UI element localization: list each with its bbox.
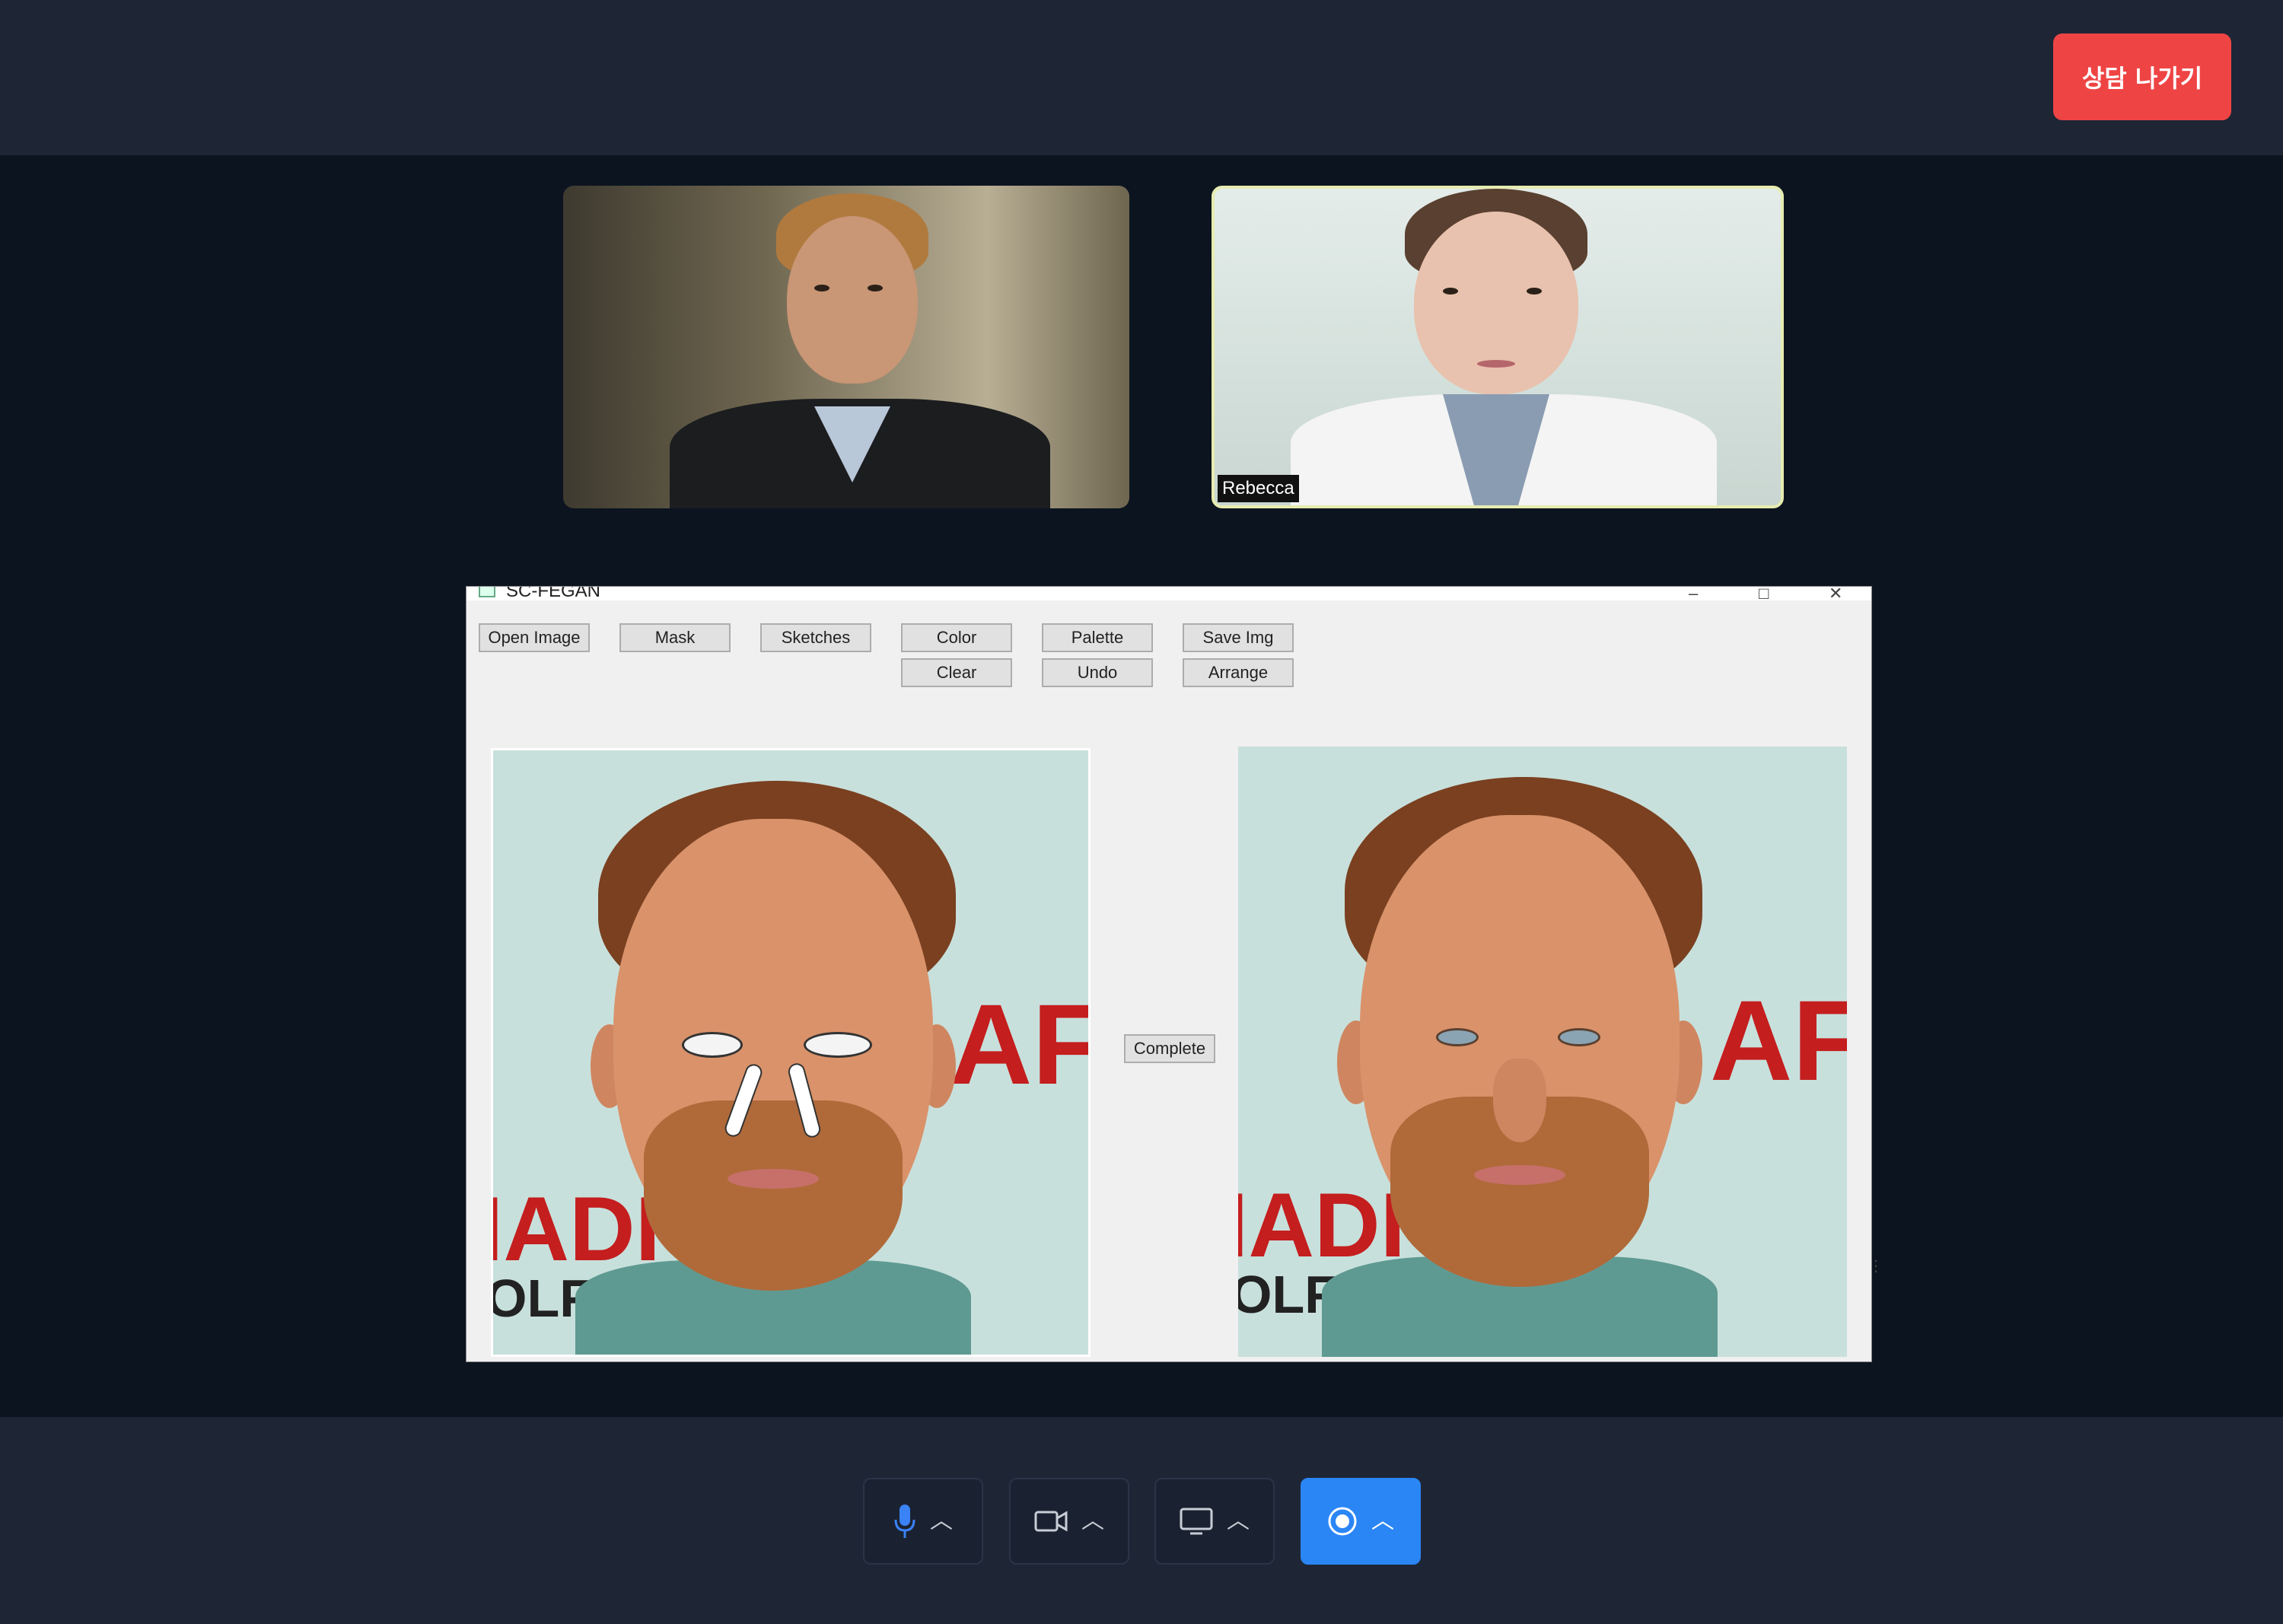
input-face <box>575 773 971 1355</box>
app-icon <box>479 587 495 597</box>
resize-grip-icon[interactable]: ⋮ <box>1868 1256 1883 1275</box>
app-titlebar: SC-FEGAN – □ ✕ <box>466 587 1871 600</box>
participant-eye <box>814 285 829 291</box>
microphone-control[interactable]: ︿ <box>863 1478 983 1565</box>
eye-sketch <box>804 1032 872 1058</box>
chevron-up-icon[interactable]: ︿ <box>1227 1510 1250 1533</box>
mouth <box>1474 1165 1565 1185</box>
clear-button[interactable]: Clear <box>901 658 1012 687</box>
eye <box>1558 1028 1600 1046</box>
participant-name-label: Rebecca <box>1218 475 1299 502</box>
beard <box>644 1100 903 1291</box>
participant-eye <box>1443 288 1458 295</box>
eye-sketch <box>682 1032 743 1058</box>
record-icon[interactable] <box>1327 1506 1358 1536</box>
eye <box>1436 1028 1479 1046</box>
input-canvas[interactable]: IADI OLF AFI <box>491 748 1091 1357</box>
top-bar: 상담 나가기 <box>0 0 2283 155</box>
mask-button[interactable]: Mask <box>619 623 731 652</box>
undo-button[interactable]: Undo <box>1042 658 1153 687</box>
color-button[interactable]: Color <box>901 623 1012 652</box>
camera-control[interactable]: ︿ <box>1009 1478 1129 1565</box>
participant-mouth <box>1477 360 1515 368</box>
nose <box>1493 1059 1546 1142</box>
participant-eye <box>868 285 883 291</box>
shared-app-window[interactable]: SC-FEGAN – □ ✕ Open Image Mask Sketches … <box>466 586 1883 1362</box>
close-icon[interactable]: ✕ <box>1829 587 1842 600</box>
screen-share-icon[interactable] <box>1180 1508 1213 1535</box>
camera-icon[interactable] <box>1034 1509 1068 1533</box>
save-img-button[interactable]: Save Img <box>1183 623 1294 652</box>
chevron-up-icon[interactable]: ︿ <box>1081 1510 1104 1533</box>
participant-eye <box>1527 288 1542 295</box>
microphone-icon[interactable] <box>893 1503 916 1540</box>
background-text: AFI <box>1710 976 1847 1104</box>
participant-face <box>787 216 918 384</box>
leave-consultation-button[interactable]: 상담 나가기 <box>2053 33 2231 120</box>
mouth <box>728 1169 819 1189</box>
palette-button[interactable]: Palette <box>1042 623 1153 652</box>
complete-button[interactable]: Complete <box>1124 1034 1215 1063</box>
participant-video-2[interactable]: Rebecca <box>1212 186 1784 508</box>
participant-video-1[interactable] <box>563 186 1129 508</box>
chevron-up-icon[interactable]: ︿ <box>1371 1510 1394 1533</box>
screen-share-control[interactable]: ︿ <box>1154 1478 1275 1565</box>
arrange-button[interactable]: Arrange <box>1183 658 1294 687</box>
record-control[interactable]: ︿ <box>1301 1478 1421 1565</box>
output-face <box>1322 769 1718 1357</box>
maximize-icon[interactable]: □ <box>1759 587 1769 600</box>
open-image-button[interactable]: Open Image <box>479 623 590 652</box>
sketches-button[interactable]: Sketches <box>760 623 871 652</box>
minimize-icon[interactable]: – <box>1689 587 1698 600</box>
chevron-up-icon[interactable]: ︿ <box>930 1510 953 1533</box>
output-canvas: IADI OLF AFI <box>1238 747 1847 1357</box>
bottom-control-bar <box>0 1417 2283 1624</box>
app-title: SC-FEGAN <box>506 587 601 600</box>
